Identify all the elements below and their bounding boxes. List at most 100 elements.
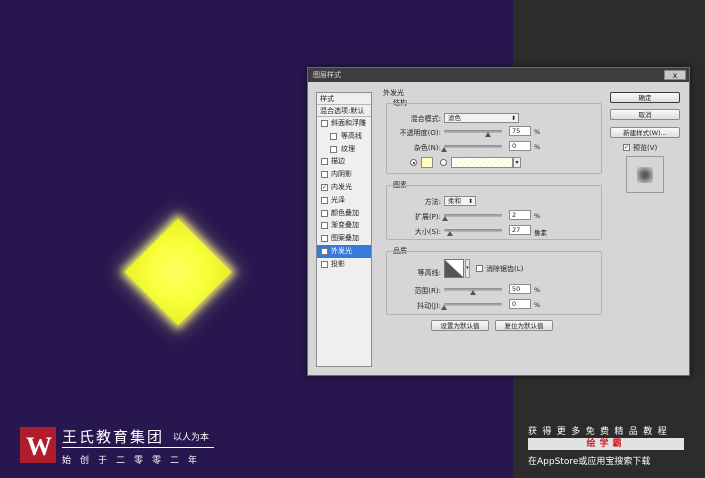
noise-input[interactable]: 0 (509, 141, 531, 151)
style-checkbox[interactable] (330, 132, 337, 140)
spread-unit: % (534, 212, 541, 220)
spread-slider-thumb[interactable] (442, 216, 449, 221)
dialog-title: 图层样式 (313, 71, 341, 79)
layer-style-dialog: 图层样式 x 样式 混合选项:默认 斜面和浮雕等高线 纹理描边内阴影 ✓ 内发光 光泽颜… (307, 67, 690, 376)
blend-options-item[interactable]: 混合选项:默认 (317, 105, 371, 117)
style-checkbox[interactable]: ✓ (321, 183, 328, 191)
method-value: 柔和 (448, 197, 461, 205)
range-unit: % (534, 286, 541, 294)
new-style-button[interactable]: 新建样式(W)... (610, 127, 680, 138)
style-checkbox[interactable] (321, 209, 328, 217)
noise-slider-thumb[interactable] (441, 147, 447, 152)
jitter-slider[interactable] (441, 303, 502, 310)
cancel-button[interactable]: 取消 (610, 109, 680, 120)
style-item[interactable]: 投影 (317, 258, 371, 271)
style-item-label: 斜面和浮雕 (331, 119, 366, 127)
method-select[interactable]: 柔和 ⬍ (444, 196, 476, 206)
style-item[interactable]: 渐变叠加 (317, 219, 371, 232)
style-item-label: 外发光 (331, 246, 352, 255)
logo-letter: W (26, 432, 52, 461)
jitter-unit: % (534, 301, 541, 309)
styles-list: 样式 混合选项:默认 斜面和浮雕等高线 纹理描边内阴影 ✓ 内发光 光泽颜色叠加 渐变叠加… (316, 92, 372, 367)
style-checkbox[interactable] (321, 260, 328, 268)
spread-slider[interactable] (442, 214, 502, 221)
size-slider-thumb[interactable] (447, 231, 454, 236)
jitter-label: 抖动(J): (417, 302, 441, 310)
style-item[interactable]: ✓ 内发光 (317, 181, 371, 194)
select-arrow-icon: ⬍ (510, 115, 516, 122)
noise-unit: % (534, 143, 541, 151)
style-item[interactable]: 斜面和浮雕 (317, 117, 371, 130)
style-item-label: 光泽 (331, 195, 345, 204)
style-checkbox[interactable] (321, 120, 328, 127)
opacity-input[interactable]: 75 (509, 126, 531, 136)
panel-title: 外发光 (383, 89, 404, 97)
style-item-label: 纹理 (341, 144, 355, 153)
style-checkbox[interactable] (321, 235, 328, 243)
style-checkbox[interactable] (321, 222, 328, 230)
contour-preview-icon[interactable] (444, 259, 464, 278)
blend-mode-label: 混合模式: (410, 115, 441, 123)
style-checkbox[interactable] (321, 171, 328, 179)
style-item-label: 描边 (331, 157, 345, 166)
blend-mode-value: 滤色 (448, 114, 461, 122)
style-item-label: 图案叠加 (331, 234, 359, 243)
brand-slogan: 以人为本 (173, 433, 210, 443)
brand-logo: W (20, 427, 56, 463)
spread-label: 扩展(P): (414, 213, 441, 221)
spread-input[interactable]: 2 (509, 210, 531, 220)
jitter-input[interactable]: 0 (509, 299, 531, 309)
antialias-label: 消除锯齿(L) (486, 265, 524, 273)
range-slider[interactable] (444, 288, 502, 295)
ok-button[interactable]: 确定 (610, 92, 680, 103)
contour-dropdown-icon[interactable]: ▾ (465, 259, 470, 278)
size-slider[interactable] (444, 229, 502, 236)
style-checkbox[interactable] (330, 145, 337, 153)
preview-label: 预览(V) (633, 144, 658, 152)
style-item[interactable]: 颜色叠加 (317, 207, 371, 220)
reset-default-button[interactable]: 复位为默认值 (495, 320, 553, 331)
make-default-button[interactable]: 设置为默认值 (431, 320, 489, 331)
style-preview-thumbnail (626, 156, 664, 193)
promo-line-1: 获得更多免费精品教程 (528, 427, 673, 437)
antialias-checkbox[interactable] (476, 265, 483, 272)
promo-app-name: 绘学霸 (528, 438, 684, 450)
style-item[interactable]: 描边 (317, 155, 371, 168)
solid-color-radio[interactable] (410, 159, 417, 166)
style-checkbox[interactable] (321, 196, 328, 204)
blend-mode-select[interactable]: 滤色 ⬍ (444, 113, 519, 123)
dialog-titlebar[interactable]: 图层样式 x (308, 68, 689, 82)
size-label: 大小(S): (414, 228, 441, 236)
brand-since: 始创于二零零二年 (62, 456, 207, 466)
method-label: 方法: (424, 198, 441, 206)
range-input[interactable]: 50 (509, 284, 531, 294)
style-item[interactable]: 等高线 (317, 130, 371, 143)
noise-slider[interactable] (441, 145, 502, 152)
opacity-slider[interactable] (444, 130, 502, 137)
preview-swatch (637, 167, 653, 183)
style-item[interactable]: ✓ 外发光 (317, 244, 371, 258)
glow-color-swatch[interactable] (421, 157, 433, 168)
style-item-label: 投影 (331, 259, 345, 268)
preview-checkbox[interactable]: ✓ (623, 144, 630, 151)
jitter-slider-thumb[interactable] (441, 305, 447, 310)
style-checkbox[interactable] (321, 158, 328, 166)
brand-title: 王氏教育集团 (62, 428, 165, 446)
style-item[interactable]: 纹理 (317, 143, 371, 156)
gradient-dropdown-icon[interactable]: ▾ (513, 157, 521, 168)
opacity-slider-thumb[interactable] (484, 132, 491, 137)
size-input[interactable]: 27 (509, 225, 531, 235)
range-slider-thumb[interactable] (470, 290, 476, 295)
gradient-radio[interactable] (440, 159, 447, 166)
glow-gradient-swatch[interactable] (451, 157, 513, 168)
glowing-diamond-shape (124, 218, 232, 326)
styles-header[interactable]: 样式 (317, 93, 371, 105)
style-item-label: 渐变叠加 (331, 221, 359, 230)
style-item[interactable]: 内阴影 (317, 168, 371, 181)
style-item[interactable]: 光泽 (317, 194, 371, 207)
close-button[interactable]: x (664, 70, 686, 80)
promo-line-2: 在AppStore或应用宝搜索下载 (528, 457, 651, 467)
size-unit: 像素 (534, 229, 547, 237)
style-checkbox[interactable]: ✓ (321, 247, 328, 255)
style-item[interactable]: 图案叠加 (317, 232, 371, 245)
